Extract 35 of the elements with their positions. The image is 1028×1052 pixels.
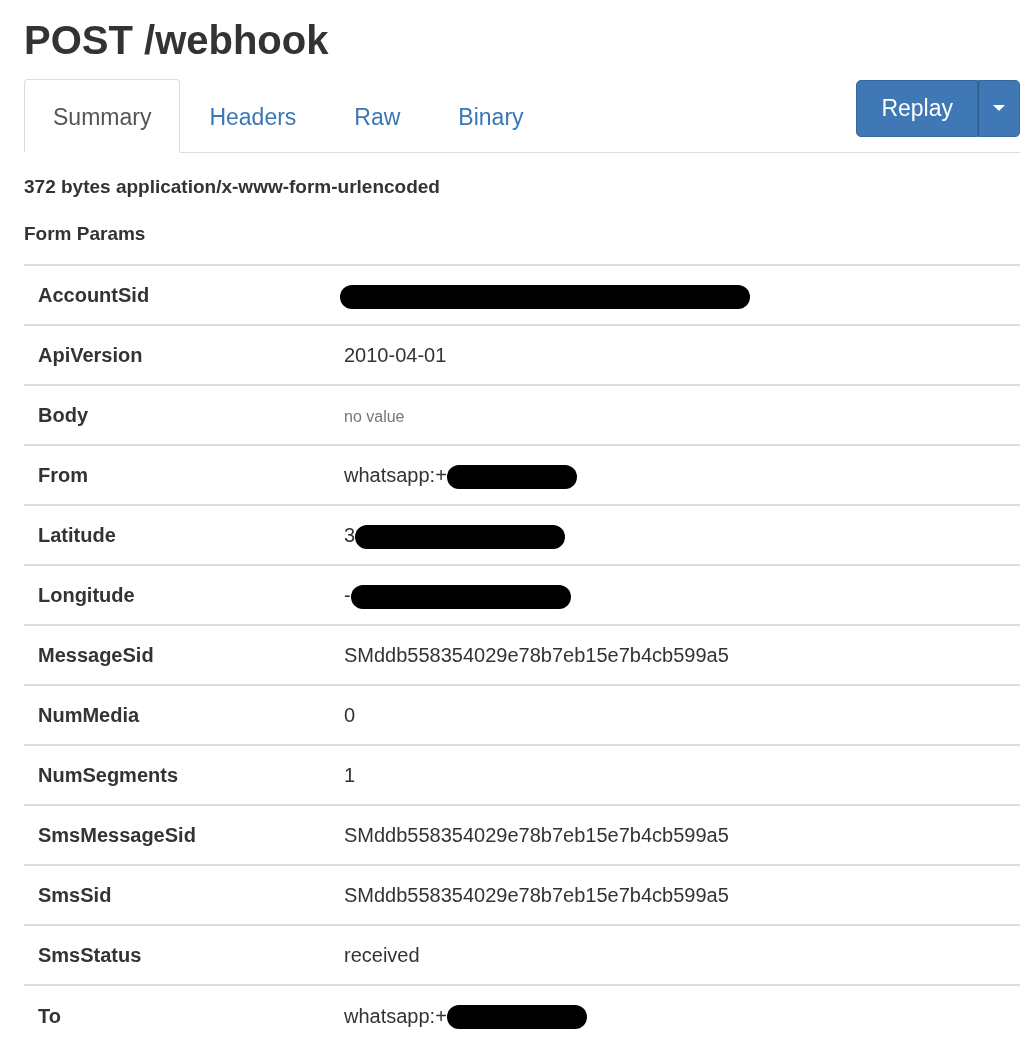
param-value: 1 xyxy=(330,745,1020,805)
param-name: Longitude xyxy=(24,565,330,625)
param-name: Body xyxy=(24,385,330,445)
param-value: 2010-04-01 xyxy=(330,325,1020,385)
tab[interactable]: Summary xyxy=(24,78,181,153)
param-value: SMddb558354029e78b7eb15e7b4cb599a5 xyxy=(330,805,1020,865)
tab[interactable]: Headers xyxy=(180,78,326,153)
dropdown-toggle-button[interactable] xyxy=(978,80,1020,137)
section-title: Form Params xyxy=(24,221,147,246)
param-name: MessageSid xyxy=(24,625,330,685)
partial-value-text: 3 xyxy=(344,524,356,546)
param-name: From xyxy=(24,445,330,505)
param-name: NumMedia xyxy=(24,685,330,745)
param-value: SMddb558354029e78b7eb15e7b4cb599a5 xyxy=(330,625,1020,685)
param-value: received xyxy=(330,925,1020,985)
tab[interactable]: Binary xyxy=(429,78,553,153)
param-name: Latitude xyxy=(24,505,330,565)
param-name: ApiVersion xyxy=(24,325,330,385)
param-name: AccountSid xyxy=(24,265,330,325)
param-name: SmsStatus xyxy=(24,925,330,985)
partial-value-text: whatsapp:+ xyxy=(344,464,447,486)
param-name: To xyxy=(24,985,330,1045)
caret-icon xyxy=(993,105,1005,112)
page-title: POST /webhook xyxy=(24,18,330,62)
partial-value-text: - xyxy=(344,584,351,606)
param-value: 0 xyxy=(330,685,1020,745)
param-name: NumSegments xyxy=(24,745,330,805)
param-name: SmsMessageSid xyxy=(24,805,330,865)
empty-value-text: no value xyxy=(344,408,405,425)
tab[interactable]: Raw xyxy=(325,78,430,153)
content-summary: 372 bytes application/x-www-form-urlencoded xyxy=(24,175,441,199)
param-name: SmsSid xyxy=(24,865,330,925)
param-value: SMddb558354029e78b7eb15e7b4cb599a5 xyxy=(330,865,1020,925)
replay-button[interactable]: Replay xyxy=(856,80,978,137)
partial-value-text: whatsapp:+ xyxy=(344,1004,447,1027)
